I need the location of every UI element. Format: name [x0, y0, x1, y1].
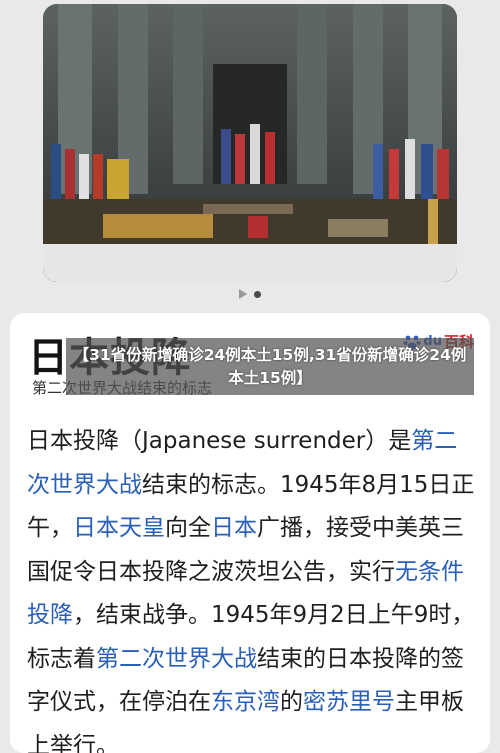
headline-text: 【31省份新增确诊24例本土15例,31省份新增确诊24例 本土15例】: [73, 345, 467, 387]
body-text: 的: [280, 689, 303, 715]
carousel-dot-active[interactable]: [254, 290, 261, 298]
body-text: 日本投降（Japanese surrender）是: [27, 428, 412, 454]
link-emperor-of-japan[interactable]: 日本天皇: [73, 515, 165, 541]
carousel-dot-play-icon[interactable]: [239, 289, 247, 299]
historical-photo[interactable]: [43, 4, 457, 282]
body-text: 向全: [165, 515, 211, 541]
article-body: 日本投降（Japanese surrender）是第二次世界大战结束的标志。19…: [27, 420, 479, 753]
link-tokyo-bay[interactable]: 东京湾: [211, 689, 280, 715]
headline-overlay: 【31省份新增确诊24例本土15例,31省份新增确诊24例 本土15例】: [66, 338, 474, 395]
link-uss-missouri[interactable]: 密苏里号: [303, 689, 395, 715]
carousel-indicator: [0, 286, 500, 302]
link-japan[interactable]: 日本: [211, 515, 257, 541]
surrender-ceremony-image: [43, 4, 457, 282]
link-second-world-war-2[interactable]: 第二次世界大战: [96, 646, 257, 672]
